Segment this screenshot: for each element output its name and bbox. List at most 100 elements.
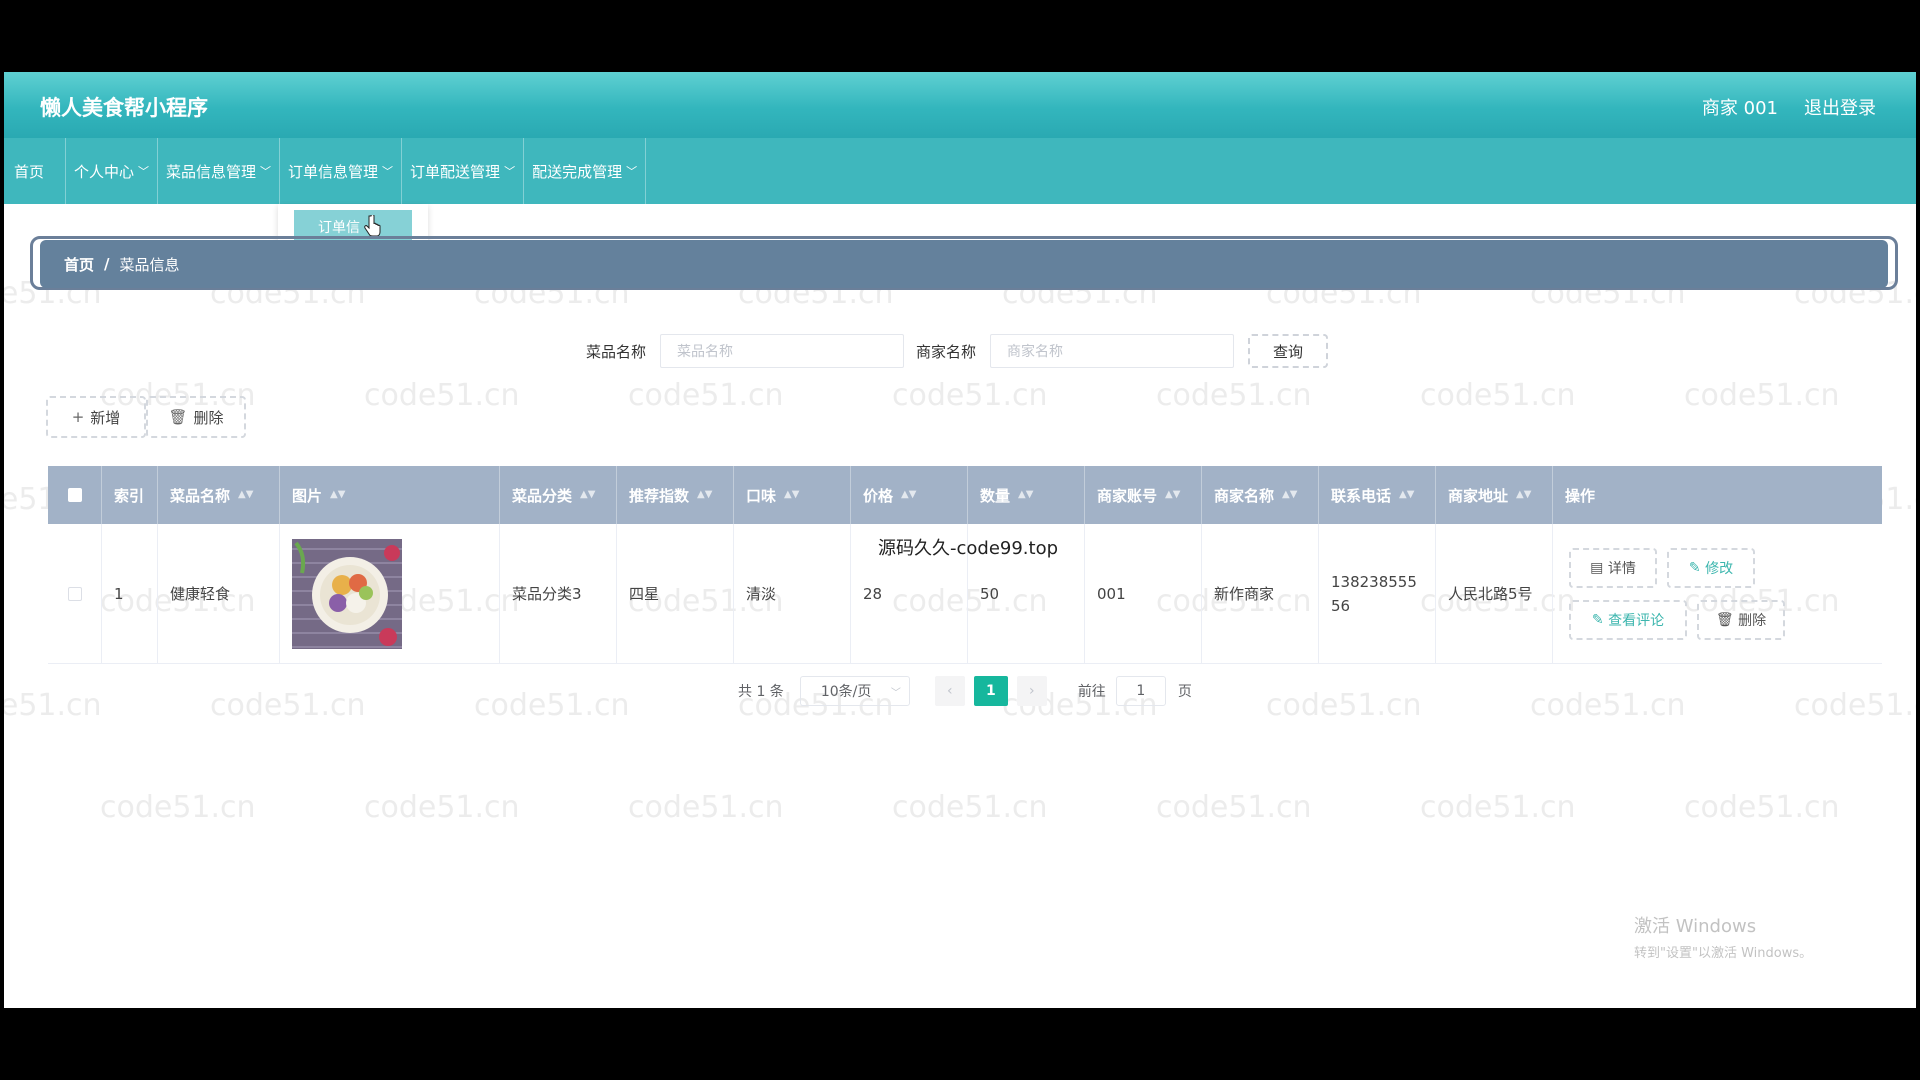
next-page-button[interactable]: › bbox=[1016, 676, 1047, 706]
watermark-text: code51.cn bbox=[1530, 688, 1686, 723]
chevron-left-icon: ‹ bbox=[947, 683, 953, 699]
column-header-flavor[interactable]: 口味 ▲▼ bbox=[734, 466, 851, 524]
watermark-text: code51.cn bbox=[474, 688, 630, 723]
column-header-name[interactable]: 菜品名称 ▲▼ bbox=[158, 466, 280, 524]
watermark-text: code51.cn bbox=[1156, 378, 1312, 413]
cell-flavor: 清淡 bbox=[734, 524, 851, 663]
windows-activation-notice: 激活 Windows 转到"设置"以激活 Windows。 bbox=[1634, 912, 1812, 961]
nav-item-label: 订单信息管理 bbox=[288, 162, 379, 181]
column-header-label: 图片 bbox=[292, 486, 323, 505]
column-header-image[interactable]: 图片 ▲▼ bbox=[280, 466, 500, 524]
header-user-area: 商家 001 退出登录 bbox=[1702, 94, 1876, 120]
dish-table: 索引 菜品名称 ▲▼ 图片 ▲▼ 菜品分类 ▲▼ 推荐指数 ▲▼ 口味 ▲▼ 价格 ▲▼ 数… bbox=[48, 466, 1882, 664]
nav-item-delivery-management[interactable]: 订单配送管理 ﹀ bbox=[402, 138, 525, 204]
edit-button[interactable]: ✎ 修改 bbox=[1667, 547, 1755, 588]
chevron-down-icon: ﹀ bbox=[260, 165, 272, 178]
chevron-down-icon: ﹀ bbox=[626, 165, 638, 178]
cell-phone: 13823855556 bbox=[1319, 524, 1436, 663]
page-size-select[interactable]: 10条/页 ﹀ bbox=[799, 676, 910, 706]
breadcrumb-home[interactable]: 首页 bbox=[64, 254, 94, 275]
watermark-text: code51.cn bbox=[1420, 378, 1576, 413]
column-header-rating[interactable]: 推荐指数 ▲▼ bbox=[617, 466, 734, 524]
chevron-down-icon: ﹀ bbox=[138, 165, 150, 178]
overlay-watermark-text: 源码久久-code99.top bbox=[878, 538, 1059, 559]
merchant-name-input[interactable]: 商家名称 bbox=[990, 334, 1235, 368]
detail-button[interactable]: ▤ 详情 bbox=[1569, 547, 1657, 588]
trash-icon: 🗑 bbox=[168, 408, 188, 426]
sort-icon: ▲▼ bbox=[1018, 489, 1034, 500]
dish-image[interactable] bbox=[292, 538, 402, 649]
view-reviews-button[interactable]: ✎ 查看评论 bbox=[1569, 599, 1687, 640]
cell-merchant-account: 001 bbox=[1085, 524, 1202, 663]
query-button[interactable]: 查询 bbox=[1248, 334, 1329, 368]
nav-item-label: 订单配送管理 bbox=[410, 162, 501, 181]
mouse-cursor-icon bbox=[364, 215, 381, 237]
pencil-icon: ✎ bbox=[1688, 559, 1706, 576]
column-header-label: 数量 bbox=[980, 486, 1011, 505]
batch-delete-button[interactable]: 🗑 删除 bbox=[146, 396, 246, 438]
row-checkbox[interactable] bbox=[67, 586, 82, 601]
nav-item-dish-management[interactable]: 菜品信息管理 ﹀ bbox=[158, 138, 281, 204]
nav-item-label: 首页 bbox=[14, 162, 45, 181]
nav-item-label: 配送完成管理 bbox=[532, 162, 623, 181]
column-header-label: 菜品分类 bbox=[512, 486, 573, 505]
watermark-text: code51.cn bbox=[892, 790, 1048, 825]
chevron-down-icon: ﹀ bbox=[890, 687, 901, 699]
dish-name-input[interactable]: 菜品名称 bbox=[660, 334, 905, 368]
cell-name: 健康轻食 bbox=[158, 524, 280, 663]
nav-item-home[interactable]: 首页 bbox=[4, 138, 66, 204]
column-header-category[interactable]: 菜品分类 ▲▼ bbox=[500, 466, 617, 524]
sort-icon: ▲▼ bbox=[330, 489, 346, 500]
logout-link[interactable]: 退出登录 bbox=[1804, 94, 1876, 120]
column-header-index: 索引 bbox=[102, 466, 158, 524]
column-header-label: 商家账号 bbox=[1097, 486, 1158, 505]
breadcrumb: 首页 / 菜品信息 bbox=[40, 240, 1888, 288]
prev-page-button[interactable]: ‹ bbox=[934, 676, 965, 706]
column-header-address[interactable]: 商家地址 ▲▼ bbox=[1436, 466, 1553, 524]
select-all-checkbox[interactable] bbox=[67, 488, 82, 502]
nav-item-label: 个人中心 bbox=[74, 162, 135, 181]
watermark-text: code51.cn bbox=[1266, 688, 1422, 723]
watermark-text: code51.cn bbox=[628, 790, 784, 825]
edit-label: 修改 bbox=[1705, 560, 1734, 577]
current-user[interactable]: 商家 001 bbox=[1702, 94, 1778, 120]
column-header-merchant-name[interactable]: 商家名称 ▲▼ bbox=[1202, 466, 1319, 524]
column-header-phone[interactable]: 联系电话 ▲▼ bbox=[1319, 466, 1436, 524]
goto-label: 前往 bbox=[1077, 684, 1106, 700]
nav-item-delivery-complete[interactable]: 配送完成管理 ﹀ bbox=[524, 138, 647, 204]
sort-icon: ▲▼ bbox=[238, 489, 254, 500]
nav-item-personal-center[interactable]: 个人中心 ﹀ bbox=[66, 138, 159, 204]
watermark-text: code51.cn bbox=[1156, 790, 1312, 825]
sort-icon: ▲▼ bbox=[1282, 489, 1298, 500]
breadcrumb-current: 菜品信息 bbox=[119, 255, 180, 274]
cell-index: 1 bbox=[102, 524, 158, 663]
column-header-merchant-account[interactable]: 商家账号 ▲▼ bbox=[1085, 466, 1202, 524]
page-number-current[interactable]: 1 bbox=[973, 676, 1008, 706]
app-header: 懒人美食帮小程序 商家 001 退出登录 bbox=[4, 72, 1916, 138]
sort-icon: ▲▼ bbox=[580, 489, 596, 500]
trash-icon: 🗑 bbox=[1715, 611, 1739, 628]
nav-item-order-management[interactable]: 订单信息管理 ﹀ bbox=[280, 138, 403, 204]
food-plate-illustration bbox=[292, 538, 402, 649]
cell-rating: 四星 bbox=[617, 524, 734, 663]
pagination-total: 共 1 条 bbox=[738, 684, 784, 700]
goto-page-input[interactable]: 1 bbox=[1115, 676, 1166, 706]
table-toolbar: + 新增 🗑 删除 bbox=[46, 396, 246, 438]
review-label: 查看评论 bbox=[1608, 612, 1665, 629]
app-window: code51.cn code51.cn code51.cn code51.cn code… bbox=[4, 72, 1916, 1008]
column-header-label: 价格 bbox=[863, 486, 894, 505]
column-header-label: 口味 bbox=[746, 486, 777, 505]
select-all-cell bbox=[48, 466, 102, 524]
breadcrumb-separator: / bbox=[104, 255, 110, 273]
cell-address: 人民北路5号 bbox=[1436, 524, 1553, 663]
column-header-price[interactable]: 价格 ▲▼ bbox=[851, 466, 968, 524]
delete-button-label: 删除 bbox=[193, 408, 224, 427]
row-select-cell bbox=[48, 524, 102, 663]
document-icon: ▤ bbox=[1590, 559, 1608, 576]
row-delete-button[interactable]: 🗑 删除 bbox=[1697, 599, 1785, 640]
column-header-quantity[interactable]: 数量 ▲▼ bbox=[968, 466, 1085, 524]
activation-subtitle: 转到"设置"以激活 Windows。 bbox=[1634, 946, 1813, 961]
add-button[interactable]: + 新增 bbox=[46, 396, 146, 438]
watermark-text: code51.cn bbox=[1794, 688, 1916, 723]
cell-merchant-name: 新作商家 bbox=[1202, 524, 1319, 663]
